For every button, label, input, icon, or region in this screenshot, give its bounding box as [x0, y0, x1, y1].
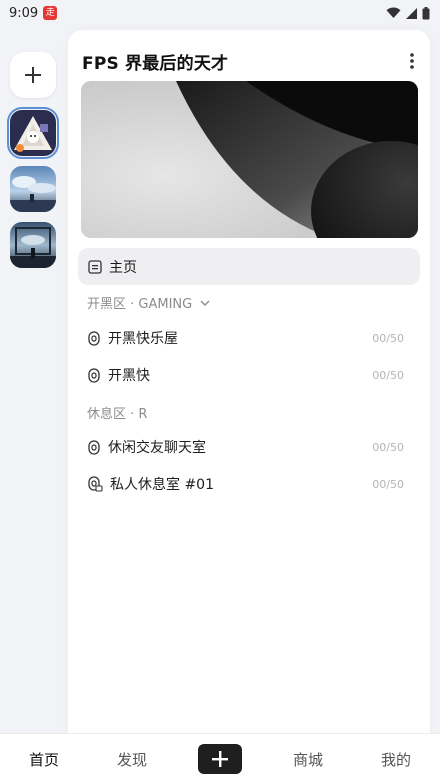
locked-voice-channel-icon [88, 476, 103, 492]
voice-channel-icon [88, 439, 100, 455]
channel-count: 00/50 [372, 477, 404, 491]
channel-count: 00/50 [372, 331, 404, 345]
banner-image [81, 81, 418, 238]
channel-count: 00/50 [372, 368, 404, 382]
server-avatar-image [10, 166, 56, 212]
plus-icon [25, 67, 41, 83]
server-banner [81, 81, 418, 238]
signal-icon [406, 7, 417, 19]
more-vertical-icon [410, 53, 414, 69]
tab-home-label: 首页 [28, 750, 59, 769]
status-bar: 9:09 走 [0, 0, 440, 26]
tab-me-label: 我的 [380, 750, 411, 769]
status-left: 9:09 走 [9, 5, 58, 21]
more-options-button[interactable] [402, 49, 422, 73]
plus-icon [212, 751, 228, 767]
page-icon [88, 259, 102, 274]
server-avatar-active[interactable] [7, 107, 59, 159]
status-time: 9:09 [9, 5, 39, 21]
server-title: FPS 界最后的天才 [82, 53, 229, 74]
tab-discover-label: 发现 [116, 750, 147, 769]
tab-home[interactable]: 首页 [18, 734, 70, 783]
channel-item[interactable]: 休闲交友聊天室 00/50 [87, 432, 407, 462]
category-label: 开黑区 · GAMING [87, 297, 193, 312]
create-button[interactable] [198, 744, 242, 774]
wifi-icon [386, 7, 401, 18]
category-gaming[interactable]: 开黑区 · GAMING [87, 293, 211, 312]
tab-me[interactable]: 我的 [370, 734, 422, 783]
notification-badge: 走 [43, 6, 58, 20]
channel-item[interactable]: 私人休息室 #01 00/50 [87, 469, 407, 499]
home-nav-item[interactable]: 主页 [78, 248, 420, 285]
voice-channel-icon [88, 367, 100, 383]
channel-count: 00/50 [372, 440, 404, 454]
channel-panel: FPS 界最后的天才 主页 开黑区 · GAMING 开黑快乐屋 00/50 开… [68, 30, 430, 735]
chevron-down-icon [200, 300, 210, 306]
server-avatar-sky[interactable] [10, 166, 56, 212]
channel-item[interactable]: 开黑快 00/50 [87, 360, 407, 390]
category-rest[interactable]: 休息区 · R [87, 403, 147, 422]
voice-channel-icon [88, 330, 100, 346]
server-avatar-image [10, 110, 56, 156]
add-server-button[interactable] [10, 52, 56, 98]
status-icons [386, 6, 430, 20]
server-avatar-image [10, 222, 56, 268]
home-nav-label: 主页 [109, 259, 137, 276]
channel-name: 开黑快乐屋 [108, 331, 178, 347]
tab-shop[interactable]: 商城 [282, 734, 334, 783]
server-avatar-window[interactable] [10, 222, 56, 268]
server-rail [0, 30, 64, 730]
channel-name: 私人休息室 #01 [110, 477, 214, 493]
category-label: 休息区 · R [87, 407, 148, 422]
bottom-nav: 首页 发现 商城 我的 [0, 733, 440, 783]
channel-name: 休闲交友聊天室 [108, 440, 206, 456]
tab-discover[interactable]: 发现 [106, 734, 158, 783]
panel-header: FPS 界最后的天才 [82, 47, 422, 75]
channel-name: 开黑快 [108, 368, 150, 384]
tab-shop-label: 商城 [292, 750, 323, 769]
battery-icon [422, 6, 430, 19]
channel-item[interactable]: 开黑快乐屋 00/50 [87, 323, 407, 353]
